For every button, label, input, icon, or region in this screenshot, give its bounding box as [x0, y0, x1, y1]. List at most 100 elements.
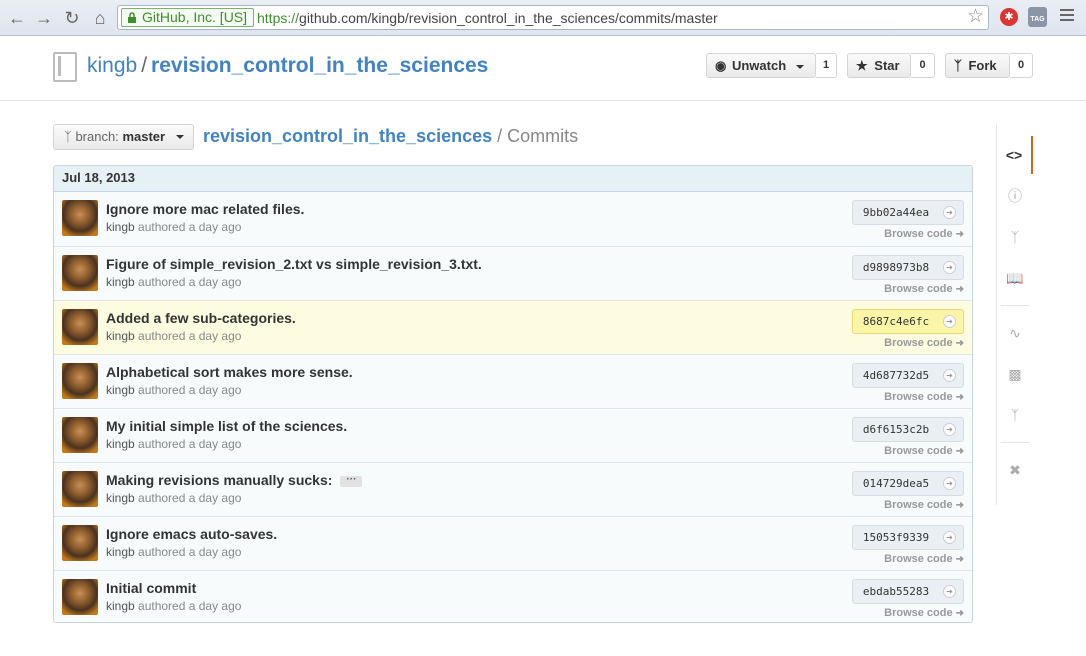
commit-sha[interactable]: 9bb02a44ea [853, 201, 939, 224]
address-bar[interactable]: GitHub, Inc. [US] https://github.com/kin… [117, 5, 989, 30]
commit-message[interactable]: Ignore emacs auto-saves. [106, 526, 277, 543]
commit-author[interactable]: kingb [106, 275, 135, 289]
fork-button[interactable]: ᛉ Fork [945, 53, 1010, 78]
avatar[interactable] [62, 525, 98, 561]
commit-row: Figure of simple_revision_2.txt vs simpl… [54, 246, 972, 300]
commit-sha[interactable]: 8687c4e6fc [853, 310, 939, 333]
commit-message[interactable]: My initial simple list of the sciences. [106, 418, 347, 435]
commit-sha-button[interactable]: d6f6153c2b ➜ [852, 417, 964, 442]
commit-sha-button[interactable]: 014729dea5 ➜ [852, 471, 964, 496]
forward-icon[interactable]: → [33, 7, 55, 29]
commit-message-text[interactable]: Making revisions manually sucks: [106, 472, 332, 488]
url-scheme: https:// [257, 10, 300, 26]
commit-message[interactable]: Ignore more mac related files. [106, 201, 304, 218]
commit-author[interactable]: kingb [106, 545, 135, 559]
commit-message[interactable]: Alphabetical sort makes more sense. [106, 364, 353, 381]
commit-message[interactable]: Making revisions manually sucks: ··· [106, 472, 363, 489]
commit-message-text[interactable]: My initial simple list of the sciences. [106, 418, 347, 434]
pull-requests-icon[interactable]: ᛉ [997, 218, 1033, 256]
commit-sha-button[interactable]: 8687c4e6fc ➜ [852, 309, 964, 334]
browse-code-link[interactable]: Browse code ➜ [884, 553, 964, 566]
commit-message[interactable]: Added a few sub-categories. [106, 310, 296, 327]
browse-code-link[interactable]: Browse code ➜ [884, 228, 964, 241]
commit-message-text[interactable]: Added a few sub-categories. [106, 310, 296, 326]
settings-icon[interactable]: ✖ [997, 451, 1033, 489]
arrow-right-icon: ➜ [955, 392, 964, 403]
graphs-icon[interactable]: ▩ [997, 355, 1033, 393]
commit-message[interactable]: Initial commit [106, 580, 196, 597]
commit-sha[interactable]: 15053f9339 [853, 526, 939, 549]
commit-sha[interactable]: d6f6153c2b [853, 418, 939, 441]
browse-code-link[interactable]: Browse code ➜ [884, 445, 964, 458]
commit-sha-button[interactable]: d9898973b8 ➜ [852, 255, 964, 280]
tag-extension-icon[interactable]: TAG [1028, 7, 1047, 27]
star-count[interactable]: 0 [911, 53, 935, 78]
commit-sha-button[interactable]: 4d687732d5 ➜ [852, 363, 964, 388]
commit-message[interactable]: Figure of simple_revision_2.txt vs simpl… [106, 256, 482, 273]
watch-count[interactable]: 1 [816, 53, 837, 78]
commit-author[interactable]: kingb [106, 437, 135, 451]
repo-name-link[interactable]: revision_control_in_the_sciences [151, 54, 488, 77]
commit-message-text[interactable]: Ignore emacs auto-saves. [106, 526, 277, 542]
star-icon[interactable]: ☆ [967, 7, 984, 27]
commit-message-text[interactable]: Initial commit [106, 580, 196, 596]
avatar[interactable] [62, 579, 98, 615]
commit-author[interactable]: kingb [106, 599, 135, 613]
commit-time: authored a day ago [138, 437, 242, 451]
extension-icon[interactable]: ✱ [1000, 8, 1018, 26]
breadcrumb-repo-link[interactable]: revision_control_in_the_sciences [203, 126, 492, 146]
commit-list: Jul 18, 2013 Ignore more mac related fil… [53, 165, 973, 623]
commit-message-text[interactable]: Figure of simple_revision_2.txt vs simpl… [106, 256, 482, 272]
avatar[interactable] [62, 200, 98, 236]
expand-message-button[interactable]: ··· [340, 474, 363, 487]
code-icon[interactable]: <> [997, 136, 1033, 174]
commit-sha[interactable]: d9898973b8 [853, 256, 939, 279]
browse-code-link[interactable]: Browse code ➜ [884, 391, 964, 404]
commit-sha-button[interactable]: ebdab55283 ➜ [852, 579, 964, 604]
avatar[interactable] [62, 471, 98, 507]
pulse-icon[interactable]: ∿ [997, 314, 1033, 352]
reload-icon[interactable]: ↻ [61, 7, 83, 29]
back-icon[interactable]: ← [6, 7, 28, 29]
arrow-right-icon[interactable]: ➜ [943, 477, 956, 490]
home-icon[interactable]: ⌂ [89, 7, 111, 29]
arrow-right-icon[interactable]: ➜ [943, 585, 956, 598]
arrow-right-icon[interactable]: ➜ [943, 369, 956, 382]
fork-count[interactable]: 0 [1010, 53, 1033, 78]
commit-author[interactable]: kingb [106, 329, 135, 343]
menu-icon[interactable] [1060, 9, 1074, 25]
issues-icon[interactable]: ⓘ [997, 177, 1033, 215]
commit-author[interactable]: kingb [106, 220, 135, 234]
commit-message-text[interactable]: Alphabetical sort makes more sense. [106, 364, 353, 380]
commit-sha[interactable]: ebdab55283 [853, 580, 939, 603]
commit-sha-button[interactable]: 9bb02a44ea ➜ [852, 200, 964, 225]
url-text[interactable]: https://github.com/kingb/revision_contro… [257, 9, 718, 27]
browse-code-link[interactable]: Browse code ➜ [884, 283, 964, 296]
star-button[interactable]: ★ Star [847, 53, 911, 78]
repo-owner-link[interactable]: kingb [87, 54, 137, 77]
wiki-icon[interactable]: 📖 [997, 259, 1033, 297]
avatar[interactable] [62, 363, 98, 399]
commit-sha[interactable]: 014729dea5 [853, 472, 939, 495]
network-icon[interactable]: ᛉ [997, 396, 1033, 434]
browse-code-link[interactable]: Browse code ➜ [884, 337, 964, 350]
arrow-right-icon[interactable]: ➜ [943, 423, 956, 436]
arrow-right-icon[interactable]: ➜ [943, 315, 956, 328]
avatar[interactable] [62, 309, 98, 345]
commit-author[interactable]: kingb [106, 383, 135, 397]
commit-sha-button[interactable]: 15053f9339 ➜ [852, 525, 964, 550]
commit-message-text[interactable]: Ignore more mac related files. [106, 201, 304, 217]
avatar[interactable] [62, 417, 98, 453]
unwatch-button[interactable]: ◉ Unwatch [706, 53, 816, 78]
arrow-right-icon[interactable]: ➜ [943, 261, 956, 274]
avatar[interactable] [62, 255, 98, 291]
branch-selector[interactable]: ᛉ branch: master [53, 124, 194, 150]
ev-certificate-badge[interactable]: GitHub, Inc. [US] [121, 8, 255, 27]
commit-sha[interactable]: 4d687732d5 [853, 364, 939, 387]
commit-meta: kingb authored a day ago [106, 545, 241, 560]
browse-code-link[interactable]: Browse code ➜ [884, 607, 964, 620]
arrow-right-icon[interactable]: ➜ [943, 206, 956, 219]
browse-code-link[interactable]: Browse code ➜ [884, 499, 964, 512]
commit-author[interactable]: kingb [106, 491, 135, 505]
arrow-right-icon[interactable]: ➜ [943, 531, 956, 544]
